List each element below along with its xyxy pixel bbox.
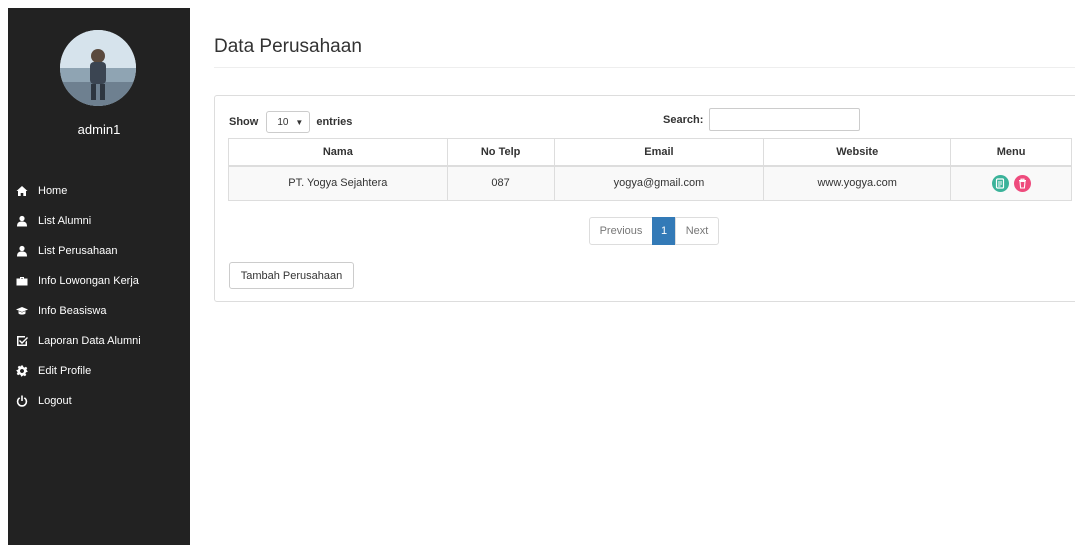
sidebar-item-logout[interactable]: Logout — [8, 386, 190, 416]
search-control: Search: — [663, 108, 861, 131]
cell-email: yogya@gmail.com — [553, 165, 765, 201]
power-icon — [16, 395, 28, 407]
sidebar-item-list-alumni[interactable]: List Alumni — [8, 206, 190, 236]
sidebar-item-label: Home — [38, 185, 68, 197]
sidebar-item-label: Info Beasiswa — [38, 305, 107, 317]
pagination: Previous 1 Next — [589, 217, 719, 245]
show-entries-control: Show 10 ▼ entries — [229, 111, 352, 133]
table-header-row: Nama No Telp Email Website Menu — [228, 138, 1072, 167]
home-icon — [16, 185, 28, 197]
sidebar-item-label: Laporan Data Alumni — [38, 335, 141, 347]
entries-label: entries — [316, 116, 353, 128]
delete-button[interactable] — [1013, 174, 1031, 192]
sidebar-item-label: Info Lowongan Kerja — [38, 275, 139, 287]
cell-telp: 087 — [446, 165, 555, 201]
column-header-nama[interactable]: Nama — [228, 138, 448, 167]
sidebar-item-edit-profile[interactable]: Edit Profile — [8, 356, 190, 386]
pagination-previous[interactable]: Previous — [589, 217, 653, 245]
column-header-no-telp[interactable]: No Telp — [446, 138, 555, 167]
entries-select[interactable]: 10 ▼ — [266, 111, 311, 133]
sidebar-item-list-perusahaan[interactable]: List Perusahaan — [8, 236, 190, 266]
avatar — [60, 30, 136, 106]
edit-button[interactable] — [991, 174, 1009, 192]
user-icon — [16, 245, 28, 257]
user-icon — [16, 215, 28, 227]
graduation-cap-icon — [16, 305, 28, 317]
column-header-website[interactable]: Website — [763, 138, 952, 167]
admin-username: admin1 — [77, 122, 121, 137]
cell-nama: PT. Yogya Sejahtera — [228, 165, 448, 201]
sidebar-item-label: Edit Profile — [38, 365, 92, 377]
search-input[interactable] — [709, 108, 861, 131]
column-header-email[interactable]: Email — [553, 138, 765, 167]
check-square-icon — [16, 335, 28, 347]
sidebar-item-info-beasiswa[interactable]: Info Beasiswa — [8, 296, 190, 326]
perusahaan-table: Nama No Telp Email Website Menu PT. Yogy… — [228, 138, 1072, 201]
sidebar-item-home[interactable]: Home — [8, 176, 190, 206]
add-perusahaan-button[interactable]: Tambah Perusahaan — [229, 262, 354, 289]
pagination-next[interactable]: Next — [675, 217, 719, 245]
sidebar-item-laporan-data-alumni[interactable]: Laporan Data Alumni — [8, 326, 190, 356]
sidebar-item-label: List Alumni — [38, 215, 92, 227]
gear-icon — [16, 365, 28, 377]
sidebar-item-info-lowongan-kerja[interactable]: Info Lowongan Kerja — [8, 266, 190, 296]
show-label: Show — [229, 116, 259, 128]
sidebar: admin1 Home List Alumni List Perusahaan … — [8, 8, 190, 545]
edit-icon — [995, 178, 1004, 189]
chevron-down-icon: ▼ — [295, 117, 304, 127]
cell-website: www.yogya.com — [763, 165, 952, 201]
briefcase-icon — [16, 275, 28, 287]
search-label: Search: — [663, 113, 704, 126]
column-header-menu: Menu — [950, 138, 1072, 167]
sidebar-item-label: Logout — [38, 395, 72, 407]
sidebar-nav: Home List Alumni List Perusahaan Info Lo… — [8, 176, 190, 416]
entries-select-value: 10 — [277, 116, 289, 128]
pagination-page-1[interactable]: 1 — [652, 217, 676, 245]
title-divider — [214, 67, 1075, 68]
sidebar-item-label: List Perusahaan — [38, 245, 118, 257]
page-title: Data Perusahaan — [214, 36, 362, 57]
cell-menu — [950, 165, 1072, 201]
trash-icon — [1018, 178, 1026, 189]
table-row: PT. Yogya Sejahtera 087 yogya@gmail.com … — [228, 165, 1072, 201]
